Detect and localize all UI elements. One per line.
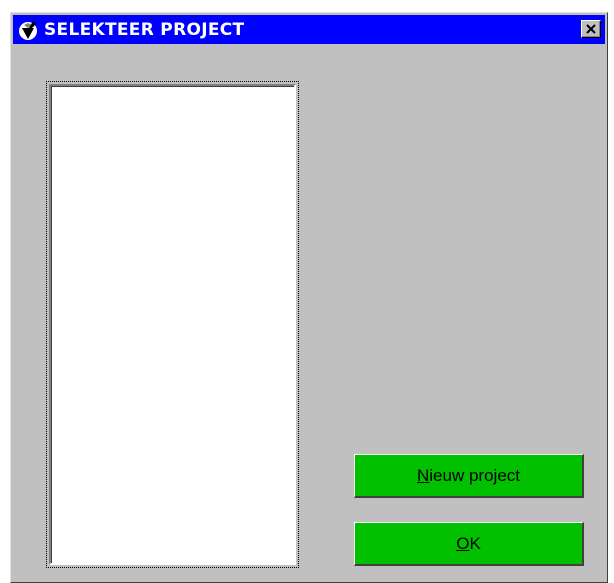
project-listbox[interactable] [49,84,296,565]
new-project-label: ieuw project [429,465,520,485]
title-bar[interactable]: SELEKTEER PROJECT [13,15,605,44]
ok-mnemonic: O [456,533,470,553]
new-project-mnemonic: N [417,465,430,485]
ok-label: K [469,533,481,553]
ok-button[interactable]: OK [354,522,584,566]
app-logo-icon [17,18,39,41]
select-project-dialog: SELEKTEER PROJECT Nieuw project OK [10,12,608,583]
close-button[interactable] [581,20,601,38]
new-project-button[interactable]: Nieuw project [354,454,584,498]
close-icon [586,24,596,34]
window-title: SELEKTEER PROJECT [44,19,245,40]
project-listbox-focus-frame [46,81,299,568]
